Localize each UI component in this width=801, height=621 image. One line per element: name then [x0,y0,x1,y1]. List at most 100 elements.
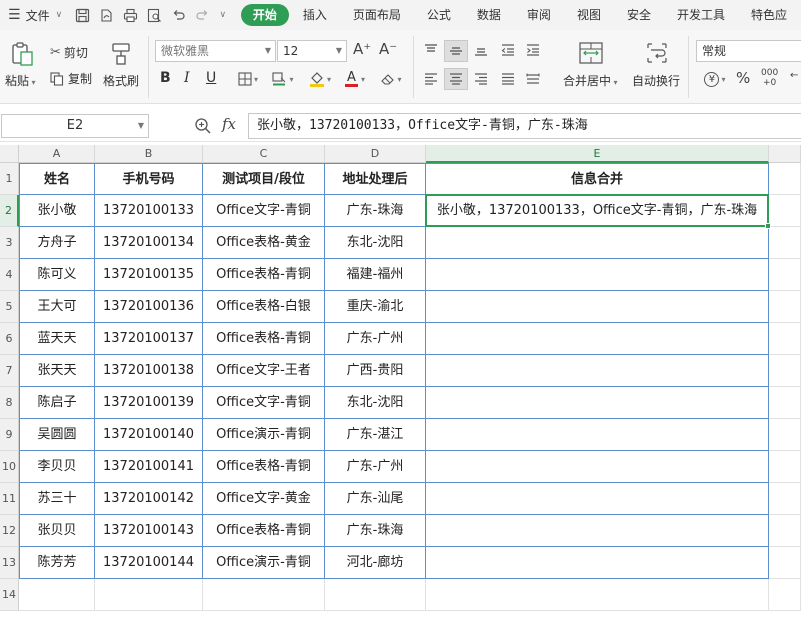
table-cell[interactable]: Office表格-青铜 [203,515,325,547]
wrap-text-icon[interactable] [643,40,671,66]
empty-cell[interactable] [769,451,801,483]
empty-cell[interactable] [769,227,801,259]
row-header-10[interactable]: 10 [0,451,19,483]
export-pdf-icon[interactable] [95,3,119,27]
align-top-button[interactable] [420,40,442,60]
copy-button[interactable]: 复制 [50,70,92,87]
row-header-2[interactable]: 2 [0,195,19,227]
table-cell[interactable]: 蓝天天 [19,323,95,355]
table-cell[interactable]: 13720100140 [95,419,203,451]
table-cell[interactable]: 13720100136 [95,291,203,323]
tab-home[interactable]: 开始 [240,4,289,26]
empty-cell[interactable] [769,483,801,515]
table-cell[interactable]: 13720100138 [95,355,203,387]
table-cell[interactable]: 张贝贝 [19,515,95,547]
row-header-4[interactable]: 4 [0,259,19,291]
row-header-13[interactable]: 13 [0,547,19,579]
empty-cell[interactable] [769,163,801,195]
table-cell[interactable]: 王大可 [19,291,95,323]
table-cell[interactable]: 东北-沈阳 [325,227,426,259]
column-header-a[interactable]: A [19,145,95,163]
cut-button[interactable]: ✂ 剪切 [50,44,88,61]
increase-indent-button[interactable] [522,40,544,60]
table-cell[interactable]: Office文字-黄金 [203,483,325,515]
insert-function-button[interactable]: fx [222,115,236,133]
table-cell[interactable] [426,515,769,547]
table-cell[interactable]: 吴圆圆 [19,419,95,451]
file-menu[interactable]: ☰ 文件 ∨ [0,0,71,30]
bold-button[interactable]: B [160,70,171,86]
table-cell[interactable]: 13720100142 [95,483,203,515]
table-cell[interactable]: 张小敬，13720100133，Office文字-青铜，广东-珠海 [426,195,769,227]
table-cell[interactable]: 广东-广州 [325,323,426,355]
column-header-c[interactable]: C [203,145,325,163]
empty-cell[interactable] [769,419,801,451]
currency-button[interactable]: ¥ ▾ [700,69,730,89]
table-cell[interactable] [426,579,769,611]
table-cell[interactable] [426,451,769,483]
save-icon[interactable] [71,3,95,27]
empty-cell[interactable] [769,259,801,291]
select-all-corner[interactable] [0,145,19,163]
row-header-8[interactable]: 8 [0,387,19,419]
table-cell[interactable]: 13720100135 [95,259,203,291]
italic-button[interactable]: I [184,70,190,86]
tab-features[interactable]: 特色应 [739,4,799,26]
table-cell[interactable]: Office文字-青铜 [203,195,325,227]
align-right-button[interactable] [470,68,492,90]
tab-view[interactable]: 视图 [565,4,613,26]
table-cell[interactable]: 东北-沈阳 [325,387,426,419]
table-cell[interactable] [325,579,426,611]
table-cell[interactable] [426,483,769,515]
format-painter-button[interactable]: 格式刷 [103,72,139,89]
font-name-dropdown[interactable]: 微软雅黑 ▼ [155,40,276,62]
paste-icon[interactable] [8,40,36,68]
table-cell[interactable]: 重庆-渝北 [325,291,426,323]
table-cell[interactable]: 河北-廊坊 [325,547,426,579]
print-preview-icon[interactable] [143,3,167,27]
empty-cell[interactable] [769,515,801,547]
format-painter-icon[interactable] [108,40,134,68]
table-cell[interactable]: 陈可义 [19,259,95,291]
tab-developer[interactable]: 开发工具 [665,4,737,26]
row-header-14[interactable]: 14 [0,579,19,611]
table-cell[interactable]: 13720100137 [95,323,203,355]
table-cell[interactable] [19,579,95,611]
tab-data[interactable]: 数据 [465,4,513,26]
table-cell[interactable] [426,227,769,259]
tab-page-layout[interactable]: 页面布局 [341,4,413,26]
table-cell[interactable]: Office演示-青铜 [203,547,325,579]
fill-color-button[interactable]: ▾ [305,69,335,89]
table-cell[interactable]: 13720100139 [95,387,203,419]
table-cell[interactable]: 广西-贵阳 [325,355,426,387]
empty-cell[interactable] [769,579,801,611]
align-center-button[interactable] [444,68,468,90]
table-cell[interactable] [426,355,769,387]
tab-security[interactable]: 安全 [615,4,663,26]
distributed-align-button[interactable] [522,68,544,90]
clear-format-button[interactable]: ▾ [376,69,406,89]
header-cell[interactable]: 手机号码 [95,163,203,195]
tab-formulas[interactable]: 公式 [415,4,463,26]
grow-font-button[interactable]: A⁺ [353,40,371,58]
table-cell[interactable]: 广东-汕尾 [325,483,426,515]
table-cell[interactable]: 13720100134 [95,227,203,259]
header-cell[interactable]: 信息合并 [426,163,769,195]
column-header-f[interactable] [769,145,801,163]
align-left-button[interactable] [420,68,442,90]
table-cell[interactable] [426,387,769,419]
row-header-5[interactable]: 5 [0,291,19,323]
table-cell[interactable]: 张天天 [19,355,95,387]
row-header-1[interactable]: 1 [0,163,19,195]
row-header-7[interactable]: 7 [0,355,19,387]
table-cell[interactable]: 方舟子 [19,227,95,259]
table-cell[interactable]: 13720100143 [95,515,203,547]
table-cell[interactable]: 陈启子 [19,387,95,419]
formula-input[interactable]: 张小敬，13720100133，Office文字-青铜，广东-珠海 [248,113,801,139]
tab-review[interactable]: 审阅 [515,4,563,26]
decimal-button[interactable]: ← [790,70,798,81]
table-cell[interactable]: 张小敬 [19,195,95,227]
table-cell[interactable]: 13720100133 [95,195,203,227]
table-cell[interactable]: Office表格-青铜 [203,323,325,355]
table-cell[interactable]: Office表格-青铜 [203,451,325,483]
